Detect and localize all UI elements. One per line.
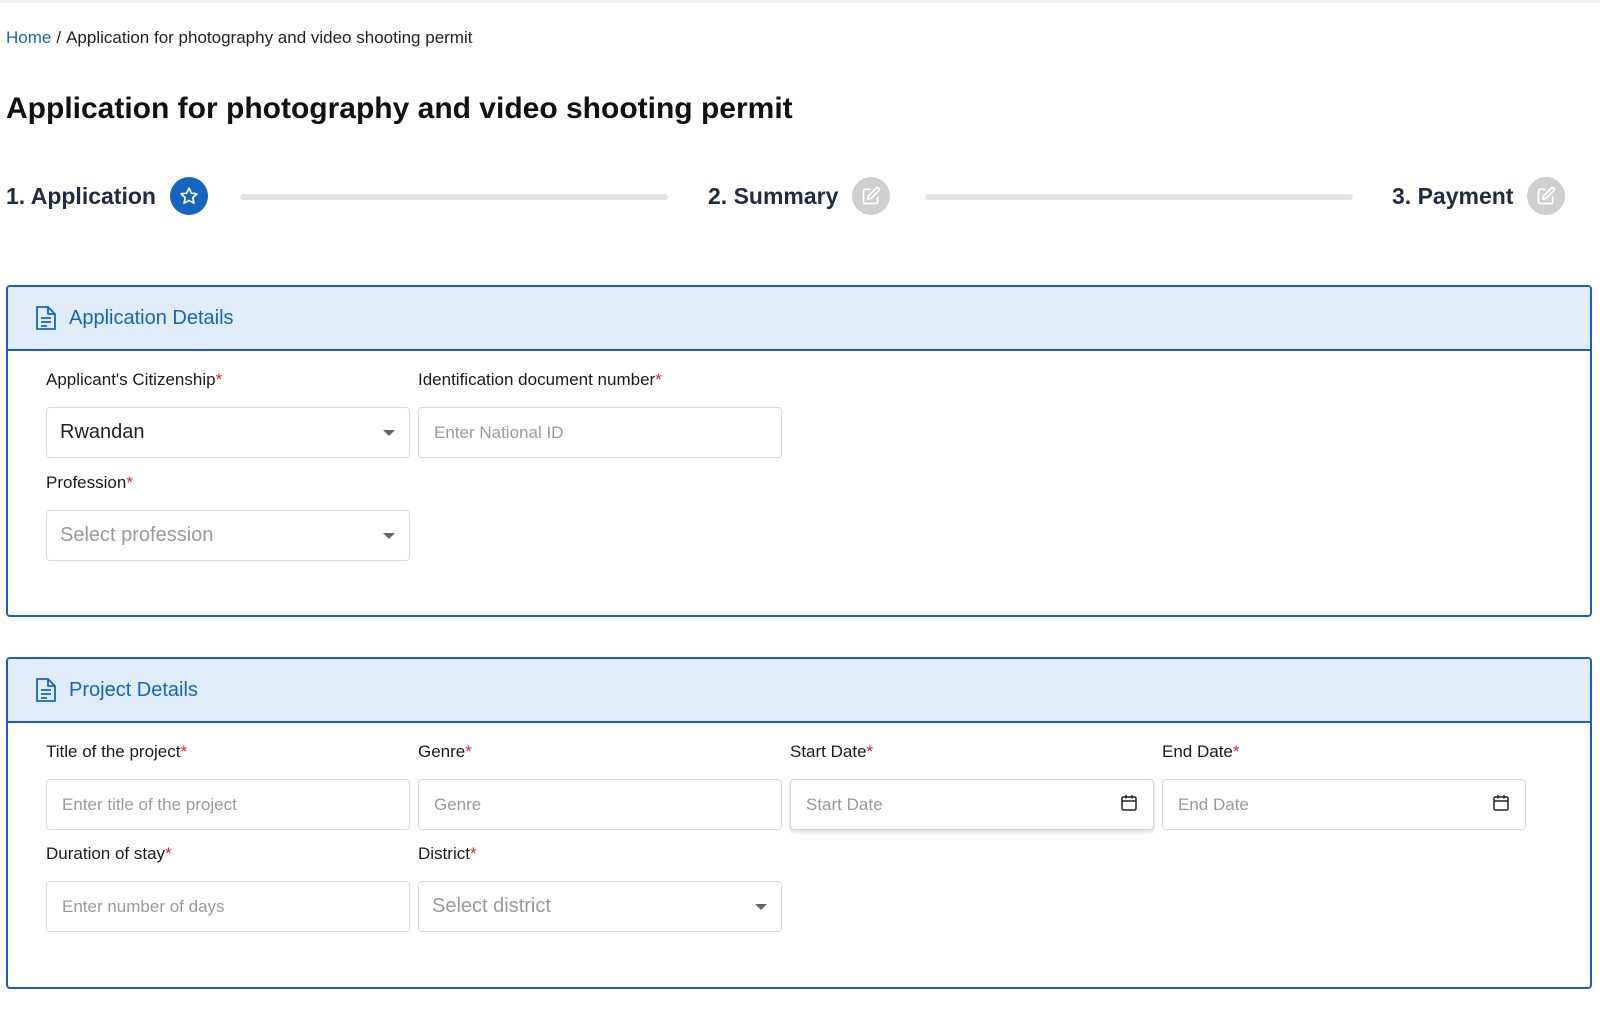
required-marker: * [866,742,874,761]
edit-icon [1527,177,1566,215]
start-date-field: Start Date* Start Date [790,741,1154,830]
required-marker: * [655,370,662,389]
breadcrumb-separator: / [56,28,62,47]
id-number-field: Identification document number* Enter Na… [418,369,782,458]
field-label: Title of the project* [46,742,188,761]
chevron-down-icon [755,904,767,910]
profession-field: Profession* Select profession [46,472,410,561]
field-label: Identification document number* [418,370,662,389]
page-title: Application for photography and video sh… [6,92,793,125]
national-id-input[interactable]: Enter National ID [418,407,782,458]
step-connector [925,194,1353,200]
start-date-input[interactable]: Start Date [790,779,1154,830]
required-marker: * [126,473,133,492]
required-marker: * [469,844,477,863]
step-label: 1. Application [6,182,156,209]
field-label: District* [418,844,477,863]
breadcrumb-current: Application for photography and video sh… [66,28,473,47]
project-details-card: Project Details Title of the project* En… [6,657,1592,989]
edit-icon [852,177,891,215]
step-connector [240,194,668,200]
document-icon [35,305,59,331]
step-payment[interactable]: 3. Payment [1392,174,1566,218]
project-details-header: Project Details [8,659,1590,723]
field-label: Start Date* [790,742,874,761]
application-details-card: Application Details Applicant's Citizens… [6,285,1592,617]
end-date-input[interactable]: End Date [1162,779,1526,830]
required-marker: * [165,844,172,863]
end-date-field: End Date* End Date [1162,741,1526,830]
field-label: End Date* [1162,742,1240,761]
field-label: Duration of stay* [46,844,172,863]
required-marker: * [180,742,188,761]
star-icon [169,177,208,215]
step-label: 3. Payment [1392,182,1514,209]
citizenship-field: Applicant's Citizenship* Rwandan [46,369,410,458]
field-label: Genre* [418,742,472,761]
step-application[interactable]: 1. Application [6,174,208,218]
application-details-header: Application Details [8,287,1590,351]
card-title: Application Details [69,306,234,329]
district-select[interactable]: Select district [418,881,782,932]
district-field: District* Select district [418,843,782,932]
breadcrumb: Home / Application for photography and vid… [6,27,472,49]
project-title-field: Title of the project* Enter title of the… [46,741,410,830]
card-title: Project Details [69,678,198,701]
required-marker: * [1232,742,1240,761]
step-label: 2. Summary [708,182,839,209]
chevron-down-icon [383,533,395,539]
duration-input[interactable]: Enter number of days [46,881,410,932]
document-icon [35,677,59,703]
genre-field: Genre* Genre [418,741,782,830]
calendar-icon[interactable] [1120,794,1138,812]
calendar-icon[interactable] [1492,794,1510,812]
top-divider [0,0,1600,3]
chevron-down-icon [383,430,395,436]
genre-input[interactable]: Genre [418,779,782,830]
citizenship-select[interactable]: Rwandan [46,407,410,458]
project-title-input[interactable]: Enter title of the project [46,779,410,830]
duration-field: Duration of stay* Enter number of days [46,843,410,932]
required-marker: * [465,742,472,761]
profession-select[interactable]: Select profession [46,510,410,561]
step-summary[interactable]: 2. Summary [708,174,891,218]
breadcrumb-home-link[interactable]: Home [6,28,51,47]
field-label: Profession* [46,473,133,492]
field-label: Applicant's Citizenship* [46,370,223,389]
required-marker: * [215,370,223,389]
